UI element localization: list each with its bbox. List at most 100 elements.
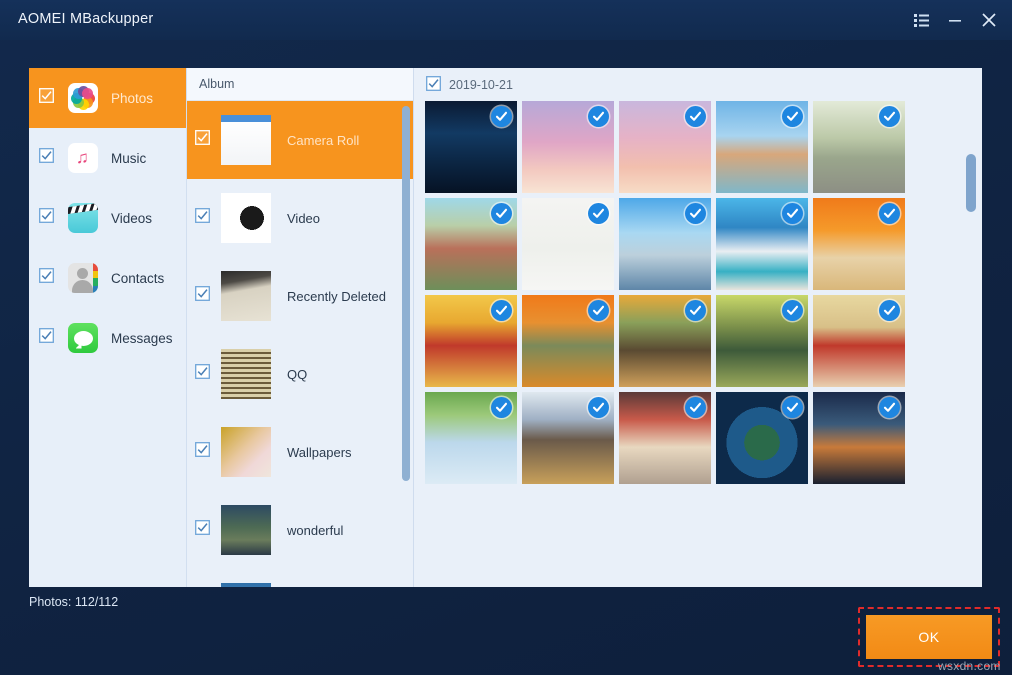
photo-selected-check-icon[interactable]	[685, 106, 706, 127]
album-item[interactable]: wonderful	[187, 491, 413, 569]
sidebar-item-photos[interactable]: Photos	[29, 68, 186, 128]
photo-thumbnail[interactable]	[813, 198, 905, 290]
date-group-header[interactable]: 2019-10-21	[414, 68, 982, 95]
album-item[interactable]: Video	[187, 179, 413, 257]
photo-selected-check-icon[interactable]	[879, 106, 900, 127]
photo-thumbnail[interactable]	[619, 101, 711, 193]
album-checkbox[interactable]	[195, 130, 211, 150]
photo-thumbnail[interactable]	[716, 295, 808, 387]
photo-thumbnail[interactable]	[522, 198, 614, 290]
minimize-icon	[948, 14, 962, 26]
photo-thumbnail[interactable]	[716, 198, 808, 290]
sidebar-checkbox-messages[interactable]	[39, 328, 55, 348]
photo-grid	[425, 101, 960, 587]
photo-selected-check-icon[interactable]	[782, 300, 803, 321]
photo-selected-check-icon[interactable]	[588, 203, 609, 224]
minimize-button[interactable]	[938, 0, 972, 40]
album-item[interactable]: Recently Deleted	[187, 257, 413, 335]
sidebar-item-contacts[interactable]: Contacts	[29, 248, 186, 308]
photo-thumbnail[interactable]	[716, 392, 808, 484]
photo-selected-check-icon[interactable]	[879, 203, 900, 224]
album-label: wonderful	[287, 523, 343, 538]
photo-thumbnail[interactable]	[813, 101, 905, 193]
photo-selected-check-icon[interactable]	[588, 106, 609, 127]
album-thumbnail	[221, 271, 271, 321]
photo-selected-check-icon[interactable]	[782, 203, 803, 224]
album-checkbox[interactable]	[195, 286, 211, 306]
sidebar-item-label: Photos	[111, 91, 153, 106]
category-sidebar: Photos ♫ Music Videos Contacts Messages	[29, 68, 187, 587]
ok-button-group: OK	[866, 615, 992, 659]
messages-app-icon	[68, 323, 98, 353]
photo-selected-check-icon[interactable]	[588, 300, 609, 321]
album-panel: Album Camera Roll Video Recently Deleted QQ…	[187, 68, 414, 587]
sidebar-checkbox-music[interactable]	[39, 148, 55, 168]
photo-thumbnail[interactable]	[522, 392, 614, 484]
album-item[interactable]: Wallpapers	[187, 413, 413, 491]
photo-selected-check-icon[interactable]	[879, 397, 900, 418]
list-icon	[914, 14, 929, 27]
photo-thumbnail[interactable]	[425, 295, 517, 387]
photo-selected-check-icon[interactable]	[491, 203, 512, 224]
sidebar-item-label: Music	[111, 151, 146, 166]
photo-thumbnail[interactable]	[813, 392, 905, 484]
photo-thumbnail[interactable]	[425, 101, 517, 193]
photo-selected-check-icon[interactable]	[782, 106, 803, 127]
photo-thumbnail[interactable]	[619, 295, 711, 387]
app-window: AOMEI MBackupper	[0, 0, 1012, 675]
album-label: Video	[287, 211, 320, 226]
date-group-checkbox[interactable]	[426, 76, 441, 94]
watermark: wsxdn.com	[938, 659, 1001, 673]
photo-selected-check-icon[interactable]	[491, 106, 512, 127]
photo-thumbnail[interactable]	[522, 101, 614, 193]
photo-thumbnail[interactable]	[619, 392, 711, 484]
sidebar-checkbox-photos[interactable]	[39, 88, 55, 108]
album-thumbnail	[221, 115, 271, 165]
date-group-label: 2019-10-21	[449, 78, 513, 92]
photo-thumbnail[interactable]	[425, 392, 517, 484]
album-list: Camera Roll Video Recently Deleted QQ Wallpa…	[187, 101, 413, 587]
album-item[interactable]: QQ	[187, 335, 413, 413]
sidebar-checkbox-contacts[interactable]	[39, 268, 55, 288]
photo-selected-check-icon[interactable]	[685, 397, 706, 418]
close-button[interactable]	[972, 0, 1006, 40]
album-label: Recently Deleted	[287, 289, 386, 304]
content-area: Photos ♫ Music Videos Contacts Messages Album…	[29, 68, 982, 587]
album-item[interactable]	[187, 569, 413, 587]
photo-thumbnail[interactable]	[619, 198, 711, 290]
photo-thumbnail[interactable]	[522, 295, 614, 387]
photo-thumbnail[interactable]	[425, 198, 517, 290]
album-checkbox[interactable]	[195, 442, 211, 462]
album-label: QQ	[287, 367, 307, 382]
photo-selected-check-icon[interactable]	[685, 203, 706, 224]
window-title: AOMEI MBackupper	[18, 11, 153, 27]
album-item[interactable]: Camera Roll	[187, 101, 413, 179]
album-scrollbar-thumb[interactable]	[402, 106, 410, 481]
ok-button[interactable]: OK	[866, 615, 992, 659]
sidebar-item-label: Contacts	[111, 271, 164, 286]
menu-button[interactable]	[904, 0, 938, 40]
album-panel-header: Album	[187, 68, 413, 101]
photo-selected-check-icon[interactable]	[491, 300, 512, 321]
photo-selected-check-icon[interactable]	[588, 397, 609, 418]
photo-grid-panel: 2019-10-21	[414, 68, 982, 587]
sidebar-item-videos[interactable]: Videos	[29, 188, 186, 248]
photo-selected-check-icon[interactable]	[685, 300, 706, 321]
sidebar-item-label: Videos	[111, 211, 152, 226]
album-checkbox[interactable]	[195, 520, 211, 540]
photo-selected-check-icon[interactable]	[782, 397, 803, 418]
sidebar-checkbox-videos[interactable]	[39, 208, 55, 228]
album-checkbox[interactable]	[195, 208, 211, 228]
photo-selected-check-icon[interactable]	[879, 300, 900, 321]
music-app-icon: ♫	[68, 143, 98, 173]
status-text: Photos: 112/112	[29, 595, 118, 609]
album-checkbox[interactable]	[195, 364, 211, 384]
photo-scrollbar-thumb[interactable]	[966, 154, 976, 212]
contacts-app-icon	[68, 263, 98, 293]
photo-thumbnail[interactable]	[813, 295, 905, 387]
close-icon	[982, 13, 996, 27]
photo-selected-check-icon[interactable]	[491, 397, 512, 418]
sidebar-item-messages[interactable]: Messages	[29, 308, 186, 368]
sidebar-item-music[interactable]: ♫ Music	[29, 128, 186, 188]
photo-thumbnail[interactable]	[716, 101, 808, 193]
